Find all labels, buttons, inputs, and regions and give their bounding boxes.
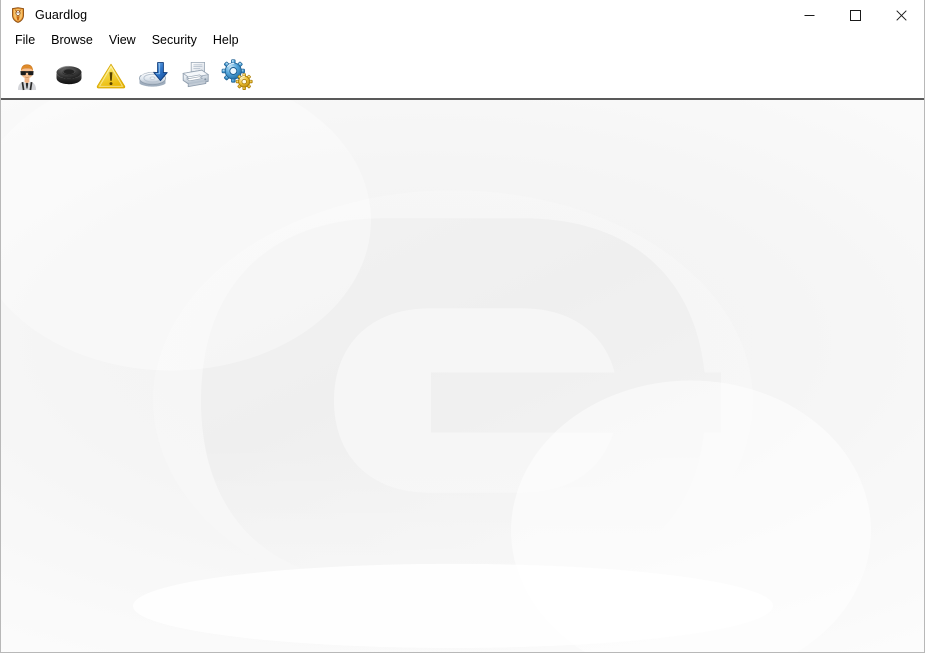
close-button[interactable] xyxy=(878,0,924,30)
guardlog-shield-icon xyxy=(10,7,26,23)
toolbar-database-button[interactable] xyxy=(50,55,88,95)
printer-icon xyxy=(179,59,211,91)
content-area xyxy=(1,100,924,652)
menu-bar: File Browse View Security Help xyxy=(1,30,924,52)
maximize-button[interactable] xyxy=(832,0,878,30)
toolbar-alerts-button[interactable] xyxy=(92,55,130,95)
warning-triangle-icon xyxy=(95,59,127,91)
toolbar-print-button[interactable] xyxy=(176,55,214,95)
menu-file[interactable]: File xyxy=(7,31,43,51)
menu-security[interactable]: Security xyxy=(144,31,205,51)
menu-view[interactable]: View xyxy=(101,31,144,51)
guardlog-watermark-logo xyxy=(1,100,924,652)
toolbar-save-button[interactable] xyxy=(134,55,172,95)
title-bar: Guardlog xyxy=(1,0,924,30)
window-controls xyxy=(786,0,924,30)
guard-user-icon xyxy=(11,59,43,91)
database-puck-icon xyxy=(53,59,85,91)
toolbar-options-button[interactable] xyxy=(218,55,256,95)
disk-save-icon xyxy=(137,59,169,91)
window-title: Guardlog xyxy=(35,8,88,22)
application-window: Guardlog File Browse View Security Help xyxy=(0,0,925,653)
gears-settings-icon xyxy=(221,59,253,91)
menu-help[interactable]: Help xyxy=(205,31,247,51)
minimize-button[interactable] xyxy=(786,0,832,30)
toolbar-guard-button[interactable] xyxy=(8,55,46,95)
toolbar xyxy=(1,52,924,100)
title-bar-left: Guardlog xyxy=(1,0,786,30)
menu-browse[interactable]: Browse xyxy=(43,31,101,51)
